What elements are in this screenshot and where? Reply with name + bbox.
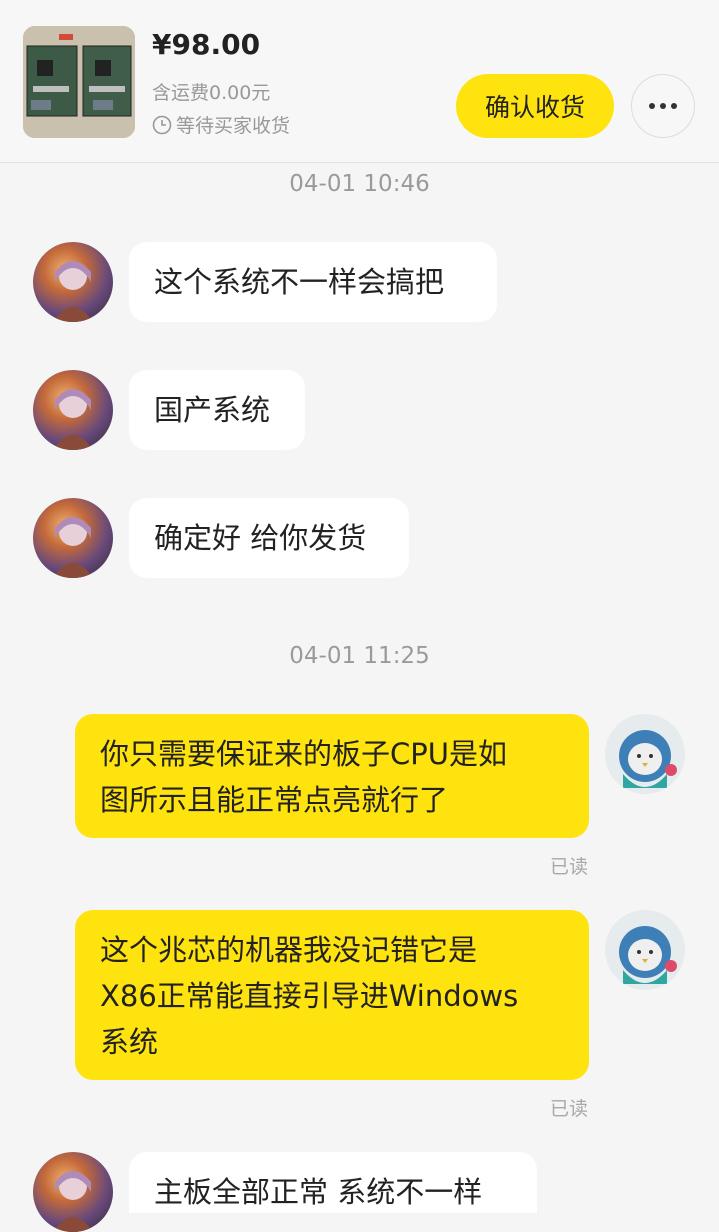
more-button[interactable] [631,74,695,138]
more-icon [649,103,655,109]
order-price: ¥98.00 [152,28,261,61]
seller-avatar[interactable] [33,370,113,450]
confirm-receipt-button[interactable]: 确认收货 [456,74,614,138]
buyer-avatar[interactable] [605,910,685,990]
order-header: ¥98.00 含运费0.00元 等待买家收货 确认收货 [0,0,719,163]
chat-timestamp: 04-01 11:25 [289,643,430,669]
message-bubble[interactable]: 这个系统不一样会搞把 [129,242,497,322]
seller-avatar[interactable] [33,242,113,322]
buyer-avatar[interactable] [605,714,685,794]
shipping-fee: 含运费0.00元 [152,82,271,104]
clock-icon [152,115,172,134]
motherboard-image [23,26,135,138]
message-bubble[interactable]: 国产系统 [129,370,305,450]
message-bubble[interactable]: 确定好 给你发货 [129,498,409,578]
read-receipt: 已读 [550,1098,589,1120]
message-bubble[interactable]: 这个兆芯的机器我没记错它是 X86正常能直接引导进Windows 系统 [75,910,589,1080]
seller-avatar[interactable] [33,1152,113,1232]
read-receipt: 已读 [550,856,589,878]
message-bubble[interactable]: 主板全部正常 系统不一样 [129,1152,537,1213]
seller-avatar[interactable] [33,498,113,578]
order-status: 等待买家收货 [152,111,290,138]
order-status-text: 等待买家收货 [176,115,291,137]
chat-timestamp: 04-01 10:46 [289,171,430,197]
message-bubble[interactable]: 你只需要保证来的板子CPU是如 图所示且能正常点亮就行了 [75,714,589,838]
product-thumbnail[interactable] [23,26,135,138]
